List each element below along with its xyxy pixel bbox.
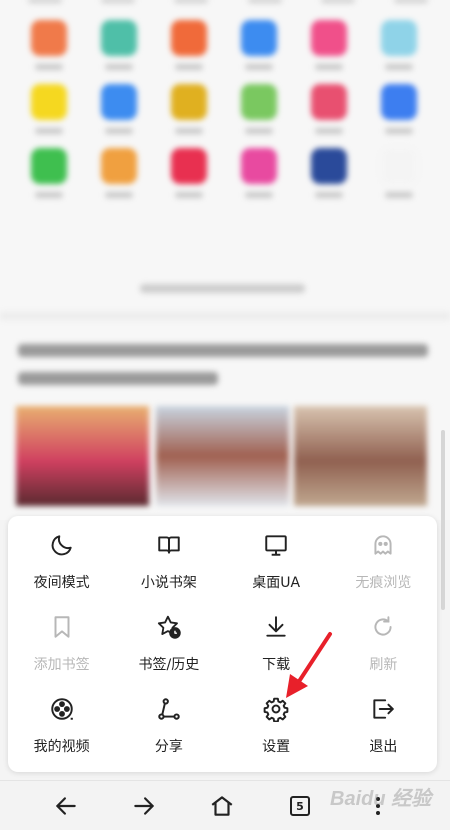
bookmarks-history-button[interactable]: 书签/历史 — [115, 612, 222, 694]
night-mode-label: 夜间模式 — [33, 575, 90, 591]
settings-label: 设置 — [262, 739, 291, 755]
arrow-left-icon — [56, 797, 76, 815]
back-button[interactable] — [52, 792, 80, 820]
refresh-button[interactable]: 刷新 — [330, 612, 437, 694]
exit-icon — [368, 694, 398, 724]
star-clock-icon — [154, 612, 184, 642]
my-videos-label: 我的视频 — [33, 739, 90, 755]
watermark: Baidu 经验 — [330, 788, 432, 810]
app-shortcut-grid — [14, 20, 434, 198]
tabs-button[interactable]: 5 — [286, 792, 314, 820]
my-videos-button[interactable]: 我的视频 — [8, 694, 115, 776]
tab-count-badge: 5 — [290, 796, 310, 816]
scrollbar[interactable] — [441, 430, 445, 610]
more-dot-icon — [376, 811, 380, 815]
download-label: 下载 — [262, 657, 291, 673]
film-reel-icon — [47, 694, 77, 724]
share-label: 分享 — [154, 739, 183, 755]
exit-button[interactable]: 退出 — [330, 694, 437, 776]
desktop-ua-label: 桌面UA — [252, 575, 301, 591]
home-button[interactable] — [208, 792, 236, 820]
novel-shelf-button[interactable]: 小说书架 — [115, 530, 222, 612]
moon-icon — [47, 530, 77, 560]
incognito-button[interactable]: 无痕浏览 — [330, 530, 437, 612]
bookmark-icon — [47, 612, 77, 642]
add-bookmark-label: 添加书签 — [33, 657, 90, 673]
bookmarks-history-label: 书签/历史 — [138, 657, 200, 673]
exit-label: 退出 — [369, 739, 398, 755]
home-icon — [211, 796, 233, 816]
monitor-icon — [261, 530, 291, 560]
gear-icon — [261, 694, 291, 724]
incognito-label: 无痕浏览 — [355, 575, 412, 591]
background-page — [0, 0, 450, 520]
arrow-right-icon — [134, 797, 154, 815]
book-icon — [154, 530, 184, 560]
ghost-icon — [368, 530, 398, 560]
desktop-ua-button[interactable]: 桌面UA — [223, 530, 330, 612]
download-button[interactable]: 下载 — [223, 612, 330, 694]
night-mode-button[interactable]: 夜间模式 — [8, 530, 115, 612]
refresh-label: 刷新 — [369, 657, 398, 673]
forward-button[interactable] — [130, 792, 158, 820]
add-bookmark-button[interactable]: 添加书签 — [8, 612, 115, 694]
browser-menu-sheet: 夜间模式 小说书架 桌面UA 无痕浏览 添加书签 书签/历史 下载 刷新 我的视… — [8, 516, 437, 772]
settings-button[interactable]: 设置 — [223, 694, 330, 776]
refresh-icon — [368, 612, 398, 642]
share-button[interactable]: 分享 — [115, 694, 222, 776]
download-icon — [261, 612, 291, 642]
novel-shelf-label: 小说书架 — [140, 575, 197, 591]
share-icon — [154, 694, 184, 724]
